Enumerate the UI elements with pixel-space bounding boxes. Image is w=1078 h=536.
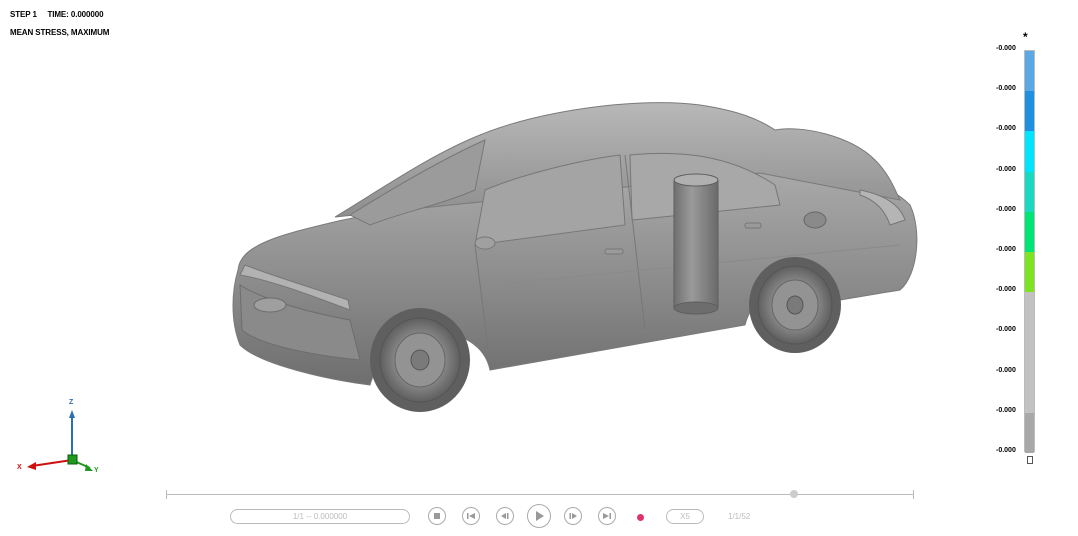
stop-icon [434,513,440,519]
play-button[interactable] [527,504,551,528]
result-header: STEP 1 TIME: 0.000000 MEAN STRESS, MAXIM… [10,6,109,42]
y-axis-label: Y [94,467,99,474]
step-time-row: STEP 1 TIME: 0.000000 [10,6,109,24]
timeline-end-cap [913,490,914,499]
timeline-thumb[interactable] [790,490,799,498]
color-bar-segment [1025,51,1034,92]
model-viewport[interactable] [200,95,930,425]
rear-wheel [749,257,841,353]
first-frame-button[interactable] [462,507,480,525]
color-bar-segment [1025,372,1034,413]
color-bar-segment [1025,131,1034,172]
axis-triad: Z X Y [17,399,99,474]
result-type-label: MEAN STRESS, MAXIMUM [10,28,110,37]
legend-tick-label: -0.000 [996,85,1016,93]
stop-button[interactable] [428,507,446,525]
z-axis-label: Z [69,399,74,406]
step-forward-button[interactable] [564,507,582,525]
skip-forward-icon [603,513,611,519]
color-bar-segment [1025,171,1034,212]
legend-tick-label: -0.000 [996,366,1016,374]
color-bar-segment [1025,211,1034,252]
step-forward-icon [569,513,577,519]
playback-controls: 1/1 -- 0.000000 X5 1/1/52 [230,504,790,530]
triad-origin-cube [67,454,78,465]
timeline-start-cap [166,490,167,499]
color-bar-segment [1025,91,1034,132]
z-axis: Z [69,399,75,460]
color-bar [1024,50,1035,453]
pole-cylinder [673,173,719,315]
color-bar-segment [1025,412,1034,453]
time-field[interactable]: 1/1 -- 0.000000 [230,509,410,524]
x-axis-label: X [17,464,22,471]
car-model [232,102,918,412]
legend-title-symbol: * [1023,30,1028,44]
color-bar-segment [1025,332,1034,373]
last-frame-button[interactable] [598,507,616,525]
animation-timeline[interactable] [166,490,914,500]
play-icon [536,511,544,521]
color-bar-segment [1025,252,1034,293]
time-label: TIME: 0.000000 [47,10,104,19]
speed-selector[interactable]: X5 [666,509,704,524]
fringe-legend: * -0.000 -0.000 -0.000 -0.000 -0.000 -0.000 -0… [990,30,1050,470]
legend-tick-label: -0.000 [996,326,1016,334]
legend-tick-label: -0.000 [996,246,1016,253]
step-back-button[interactable] [496,507,514,525]
step-back-icon [501,513,509,519]
timeline-track [166,494,914,495]
legend-tick-label: -0.000 [996,406,1016,414]
legend-tick-label: -0.000 [996,165,1016,173]
record-button[interactable] [637,514,644,521]
legend-tick-label: -0.000 [996,125,1016,133]
x-axis: X [17,459,73,471]
step-label: STEP 1 [10,10,37,19]
legend-tick-label: -0.000 [996,205,1016,213]
legend-tick-label: -0.000 [996,45,1016,52]
skip-back-icon [467,513,475,519]
legend-tick-label: -0.000 [996,286,1016,294]
color-bar-segment [1025,292,1034,333]
front-wheel [370,308,470,412]
legend-tick-label: -0.000 [996,447,1016,454]
frame-counter: 1/1/52 [728,512,751,521]
legend-bottom-marker [1027,456,1033,464]
